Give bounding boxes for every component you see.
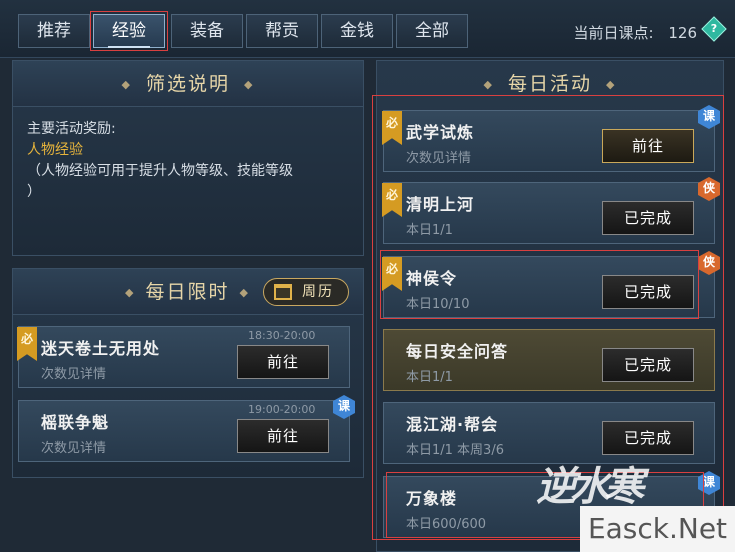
calendar-icon <box>274 284 292 300</box>
daily-activity-card[interactable]: 必 神侯令 本日10/10 已完成 侠 <box>382 251 720 318</box>
activity-title: 每日安全问答 <box>406 342 509 361</box>
weekly-calendar-button[interactable]: 周历 <box>263 278 349 306</box>
calendar-label: 周历 <box>302 284 334 300</box>
activity-progress: 次数见详情 <box>406 151 472 166</box>
diamond-icon: ◆ <box>121 77 132 91</box>
limited-activity-card[interactable]: 榣联争魁 次数见详情 19:00-20:00 前往 课 <box>18 395 355 462</box>
diamond-icon: ◆ <box>483 77 494 91</box>
limited-panel-title: 每日限时 <box>145 281 230 303</box>
daily-activity-card[interactable]: 必 武学试炼 次数见详情 前往 课 <box>382 105 720 172</box>
daily-activity-card[interactable]: 每日安全问答 本日1/1 已完成 <box>383 329 715 391</box>
diamond-icon: ◆ <box>239 285 250 299</box>
active-points-gem-icon[interactable]: ? <box>701 16 727 42</box>
diamond-icon: ◆ <box>244 77 255 91</box>
tab-equipment[interactable]: 装备 <box>171 14 243 48</box>
tab-experience[interactable]: 经验 <box>90 11 168 51</box>
activity-time: 19:00-20:00 <box>248 403 316 416</box>
active-points-value: 126 <box>668 24 697 42</box>
completed-button[interactable]: 已完成 <box>602 348 694 382</box>
go-button[interactable]: 前往 <box>602 129 694 163</box>
activity-title: 混江湖·帮会 <box>406 415 499 434</box>
filter-line-1: 主要活动奖励: <box>27 121 116 137</box>
go-button[interactable]: 前往 <box>237 345 329 379</box>
daily-activity-card[interactable]: 必 清明上河 本日1/1 已完成 侠 <box>382 177 720 244</box>
filter-panel: ◆ 筛选说明 ◆ 主要活动奖励: 人物经验 （人物经验可用于提升人物等级、技能等级 … <box>12 60 364 256</box>
limited-panel-header: ◆ 每日限时 ◆ 周历 <box>13 269 363 315</box>
activity-progress: 本日600/600 <box>406 517 487 532</box>
activity-time: 18:30-20:00 <box>248 329 316 342</box>
must-do-tag: 必 <box>17 327 37 361</box>
filter-line-3: （人物经验可用于提升人物等级、技能等级 <box>27 163 293 179</box>
activity-progress: 本日1/1 本周3/6 <box>406 443 504 458</box>
activity-title: 榣联争魁 <box>41 413 110 432</box>
must-do-tag: 必 <box>382 257 402 291</box>
activity-progress: 本日1/1 <box>406 223 453 238</box>
tab-all[interactable]: 全部 <box>396 14 468 48</box>
must-do-tag: 必 <box>382 111 402 145</box>
completed-button[interactable]: 已完成 <box>602 275 694 309</box>
completed-button[interactable]: 已完成 <box>602 201 694 235</box>
filter-line-4: ） <box>27 184 41 200</box>
activity-progress: 本日1/1 <box>406 370 453 385</box>
filter-panel-title: 筛选说明 <box>145 73 230 95</box>
activity-title: 清明上河 <box>406 195 475 214</box>
activity-progress: 本日10/10 <box>406 297 470 312</box>
filter-description: 主要活动奖励: 人物经验 （人物经验可用于提升人物等级、技能等级 ） <box>13 107 363 215</box>
daily-panel-header: ◆ 每日活动 ◆ <box>377 61 723 107</box>
filter-panel-header: ◆ 筛选说明 ◆ <box>13 61 363 107</box>
activity-title: 神侯令 <box>406 269 458 288</box>
tab-guild-contribution[interactable]: 帮贡 <box>246 14 318 48</box>
completed-button[interactable]: 已完成 <box>602 421 694 455</box>
daily-panel-title: 每日活动 <box>507 73 592 95</box>
activity-title: 万象楼 <box>406 489 458 508</box>
must-do-tag: 必 <box>382 183 402 217</box>
active-points: 当前日课点: 126 <box>574 22 697 43</box>
activity-title: 迷天卷土无用处 <box>41 339 161 358</box>
category-tab-bar: 推荐 经验 装备 帮贡 金钱 全部 当前日课点: 126 ? <box>0 0 735 58</box>
tab-recommend[interactable]: 推荐 <box>18 14 90 48</box>
activity-progress: 次数见详情 <box>41 441 107 456</box>
activity-title: 武学试炼 <box>406 123 475 142</box>
limited-activity-card[interactable]: 必 迷天卷土无用处 次数见详情 18:30-20:00 前往 <box>17 326 350 388</box>
diamond-icon: ◆ <box>606 77 617 91</box>
filter-reward-type: 人物经验 <box>27 142 83 158</box>
diamond-icon: ◆ <box>125 285 136 299</box>
watermark-text: Easck.Net <box>580 506 735 552</box>
active-points-label: 当前日课点: <box>573 24 654 42</box>
go-button[interactable]: 前往 <box>237 419 329 453</box>
tab-money[interactable]: 金钱 <box>321 14 393 48</box>
activity-progress: 次数见详情 <box>41 367 107 382</box>
